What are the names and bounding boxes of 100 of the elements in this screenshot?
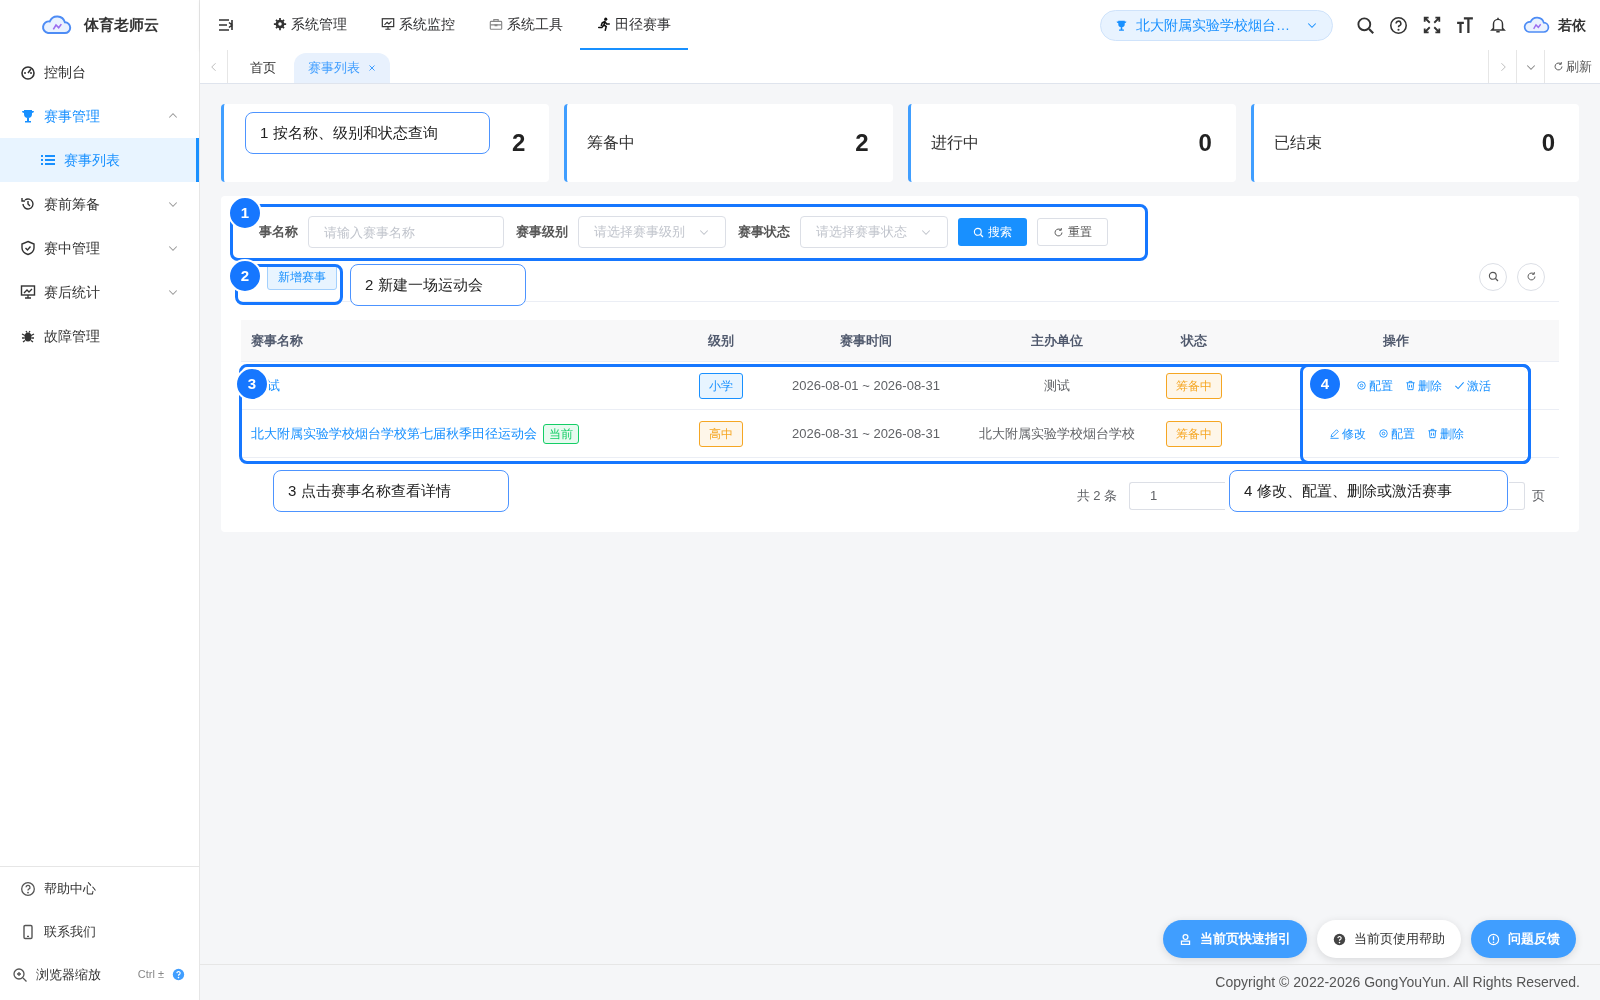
monitor-icon [381,17,395,31]
page-size-select[interactable]: 1 [1129,482,1225,510]
trophy-icon [1115,18,1128,32]
help-icon [1333,932,1346,946]
list-icon [40,152,56,168]
copyright-text: Copyright © 2022-2026 GongYouYun. All Rights Reserved. [1215,973,1580,992]
top-nav-tab[interactable]: 系统管理 [256,0,364,50]
table-cell-text: 2026-08-31 ~ 2026-08-31 [791,424,941,443]
delete-link[interactable]: 删除 [1404,376,1442,395]
column-header: 状态 [1179,331,1208,350]
search-icon [1487,271,1499,282]
trash-icon [1404,380,1416,391]
help-icon [1389,15,1408,35]
user-name[interactable]: 若依 [1558,14,1586,36]
stat-label: 筹备中 [587,133,636,153]
tour-callout: 2 新建一场运动会 [350,264,526,306]
column-header: 赛事时间 [839,331,893,350]
gear-icon [1377,428,1389,439]
stat-value: 2 [855,128,869,158]
stat-value: 0 [1198,128,1212,158]
page-tab[interactable]: 首页 [236,53,290,83]
page-jump-field[interactable] [1509,482,1525,510]
bug-icon [20,328,36,344]
trophy-icon [20,108,36,124]
bell-icon [1488,16,1507,34]
sidebar-item[interactable]: 赛后统计 [0,270,199,314]
status-tag: 筹备中 [1166,420,1222,447]
sidebar-item[interactable]: 赛事管理 [0,94,199,138]
stat-label: 已结束 [1273,133,1322,153]
stat-value: 2 [511,128,526,158]
search-icon [973,226,984,238]
gear-icon [1355,380,1367,391]
fullscreen-icon [1422,16,1441,34]
event-name-link[interactable]: 试 [267,375,280,396]
sidebar-item[interactable]: 赛前筹备 [0,182,199,226]
phone-icon [20,923,36,940]
sidebar-footer-item[interactable]: 帮助中心 [0,867,199,910]
gear-icon [273,17,287,31]
config-link[interactable]: 配置 [1355,376,1393,395]
field-label: 赛事级别 [516,223,568,242]
field-label: 事名称 [259,223,298,242]
column-header: 赛事名称 [250,331,304,350]
table-cell-text: 北大附属实验学校烟台学校 [978,424,1136,443]
runner-icon [597,17,611,31]
sidebar-item[interactable]: 赛中管理 [0,226,199,270]
zoom-in-icon [12,966,28,983]
table-cell-text: 测试 [1043,376,1071,395]
column-header: 主办单位 [1030,331,1084,350]
toolbox-icon [489,17,503,31]
column-header: 操作 [1382,331,1410,350]
trash-icon [1426,428,1438,439]
search-button[interactable]: 搜索 [958,218,1027,246]
top-nav-tab[interactable]: 系统监控 [364,0,472,50]
refresh-button[interactable]: 刷新 [1544,50,1600,83]
page-suffix: 页 [1532,487,1545,506]
table-cell-text: 2026-08-01 ~ 2026-08-31 [791,376,941,395]
shield-icon [20,240,36,256]
name-input-field[interactable]: 请输入赛事名称 [308,216,504,248]
gauge-icon [20,64,36,80]
reset-button[interactable]: 重置 [1037,218,1108,246]
help-icon [20,880,36,897]
activate-link[interactable]: 激活 [1453,376,1491,395]
shortcut-hint: Ctrl ± [137,967,164,983]
event-name-link[interactable]: 北大附属实验学校烟台学校第七届秋季田径运动会 [251,423,537,444]
refresh-icon [1053,226,1064,238]
guide-icon [1179,932,1192,946]
check-icon [1453,380,1465,391]
config-link[interactable]: 配置 [1377,424,1415,443]
field-label: 赛事状态 [738,223,790,242]
stat-value: 0 [1541,128,1555,158]
tour-callout: 3 点击赛事名称查看详情 [273,470,509,512]
sidebar-footer-item[interactable]: 浏览器缩放 Ctrl ± [0,953,199,996]
history-icon [20,196,36,212]
app-title: 体育老师云 [84,14,159,35]
help-icon [172,968,185,981]
total-count: 共 2 条 [1076,487,1117,506]
refresh-icon [1553,61,1564,72]
stat-label: 进行中 [930,133,979,153]
column-header: 级别 [707,331,735,350]
level-tag: 小学 [699,372,743,399]
search-icon [1356,15,1375,35]
page-help-button[interactable]: 当前页使用帮助 [1317,920,1461,958]
level-tag: 高中 [699,420,743,447]
pencil-icon [1328,428,1340,439]
current-tag: 当前 [543,423,579,444]
top-nav-tab[interactable]: 系统工具 [472,0,580,50]
cloud-logo-icon [40,14,72,36]
text-size-icon [1455,16,1474,34]
refresh-icon [1525,271,1537,282]
status-tag: 筹备中 [1166,372,1222,399]
sidebar-item[interactable]: 控制台 [0,50,199,94]
delete-link[interactable]: 删除 [1426,424,1464,443]
tour-callout: 4 修改、配置、删除或激活赛事 [1229,470,1508,512]
sidebar-item[interactable]: 故障管理 [0,314,199,358]
edit-link[interactable]: 修改 [1328,424,1366,443]
cloud-logo-icon [1522,15,1550,35]
alert-icon [1487,932,1500,946]
sidebar-footer-item[interactable]: 联系我们 [0,910,199,953]
monitor-icon [20,284,36,300]
tour-callout: 1 按名称、级别和状态查询 [245,112,490,154]
